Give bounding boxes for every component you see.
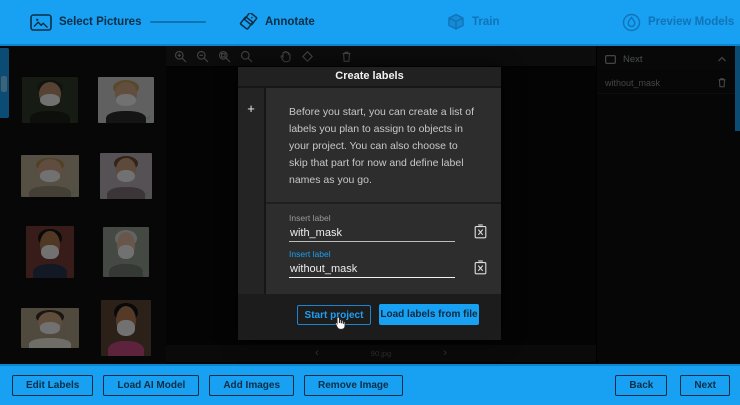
bottom-left-buttons: Edit Labels Load AI Model Add Images Rem…	[12, 375, 403, 396]
dialog-side-rail: +	[238, 88, 264, 294]
field-placeholder-label: Insert label	[289, 249, 455, 259]
dialog-footer: Start project Load labels from file	[238, 294, 501, 340]
top-step-bar: Select Pictures Annotate Train Preview M…	[0, 0, 740, 46]
label-input-focused[interactable]	[289, 262, 455, 278]
dialog-body: Before you start, you can create a list …	[266, 88, 501, 294]
add-images-button[interactable]: Add Images	[209, 375, 294, 396]
nav-label: Annotate	[265, 16, 315, 28]
add-label-button[interactable]: +	[238, 102, 264, 115]
label-field-row: Insert label	[266, 249, 501, 278]
nav-label: Train	[472, 16, 499, 28]
nav-select-pictures[interactable]: Select Pictures	[30, 0, 141, 44]
back-button[interactable]: Back	[615, 375, 667, 396]
bottom-right-buttons: Back Next	[615, 375, 730, 396]
cube-icon	[447, 13, 465, 31]
label-field-row: Insert label	[266, 213, 501, 242]
delete-label-icon[interactable]	[474, 224, 487, 239]
divider	[266, 202, 501, 204]
dialog-title: Create labels	[238, 67, 501, 86]
nav-label: Select Pictures	[59, 16, 141, 28]
create-labels-dialog: Create labels + Before you start, you ca…	[238, 67, 501, 340]
dialog-description: Before you start, you can create a list …	[266, 88, 501, 189]
start-project-button[interactable]: Start project	[297, 305, 371, 325]
bottom-action-bar: Edit Labels Load AI Model Add Images Rem…	[0, 364, 740, 405]
nav-label: Preview Models	[648, 16, 734, 28]
field-placeholder-label: Insert label	[289, 213, 455, 223]
label-input[interactable]	[289, 226, 455, 242]
load-labels-from-file-button[interactable]: Load labels from file	[379, 304, 479, 325]
nav-train[interactable]: Train	[447, 0, 499, 44]
picture-icon	[30, 14, 52, 31]
flame-icon	[622, 13, 641, 32]
next-button[interactable]: Next	[680, 375, 730, 396]
load-ai-model-button[interactable]: Load AI Model	[103, 375, 199, 396]
delete-label-icon[interactable]	[474, 260, 487, 275]
nav-connector	[150, 21, 206, 23]
nav-preview-models[interactable]: Preview Models	[622, 0, 734, 44]
nav-annotate[interactable]: Annotate	[239, 0, 315, 44]
edit-labels-button[interactable]: Edit Labels	[12, 375, 93, 396]
tag-icon	[239, 13, 258, 32]
remove-image-button[interactable]: Remove Image	[304, 375, 403, 396]
